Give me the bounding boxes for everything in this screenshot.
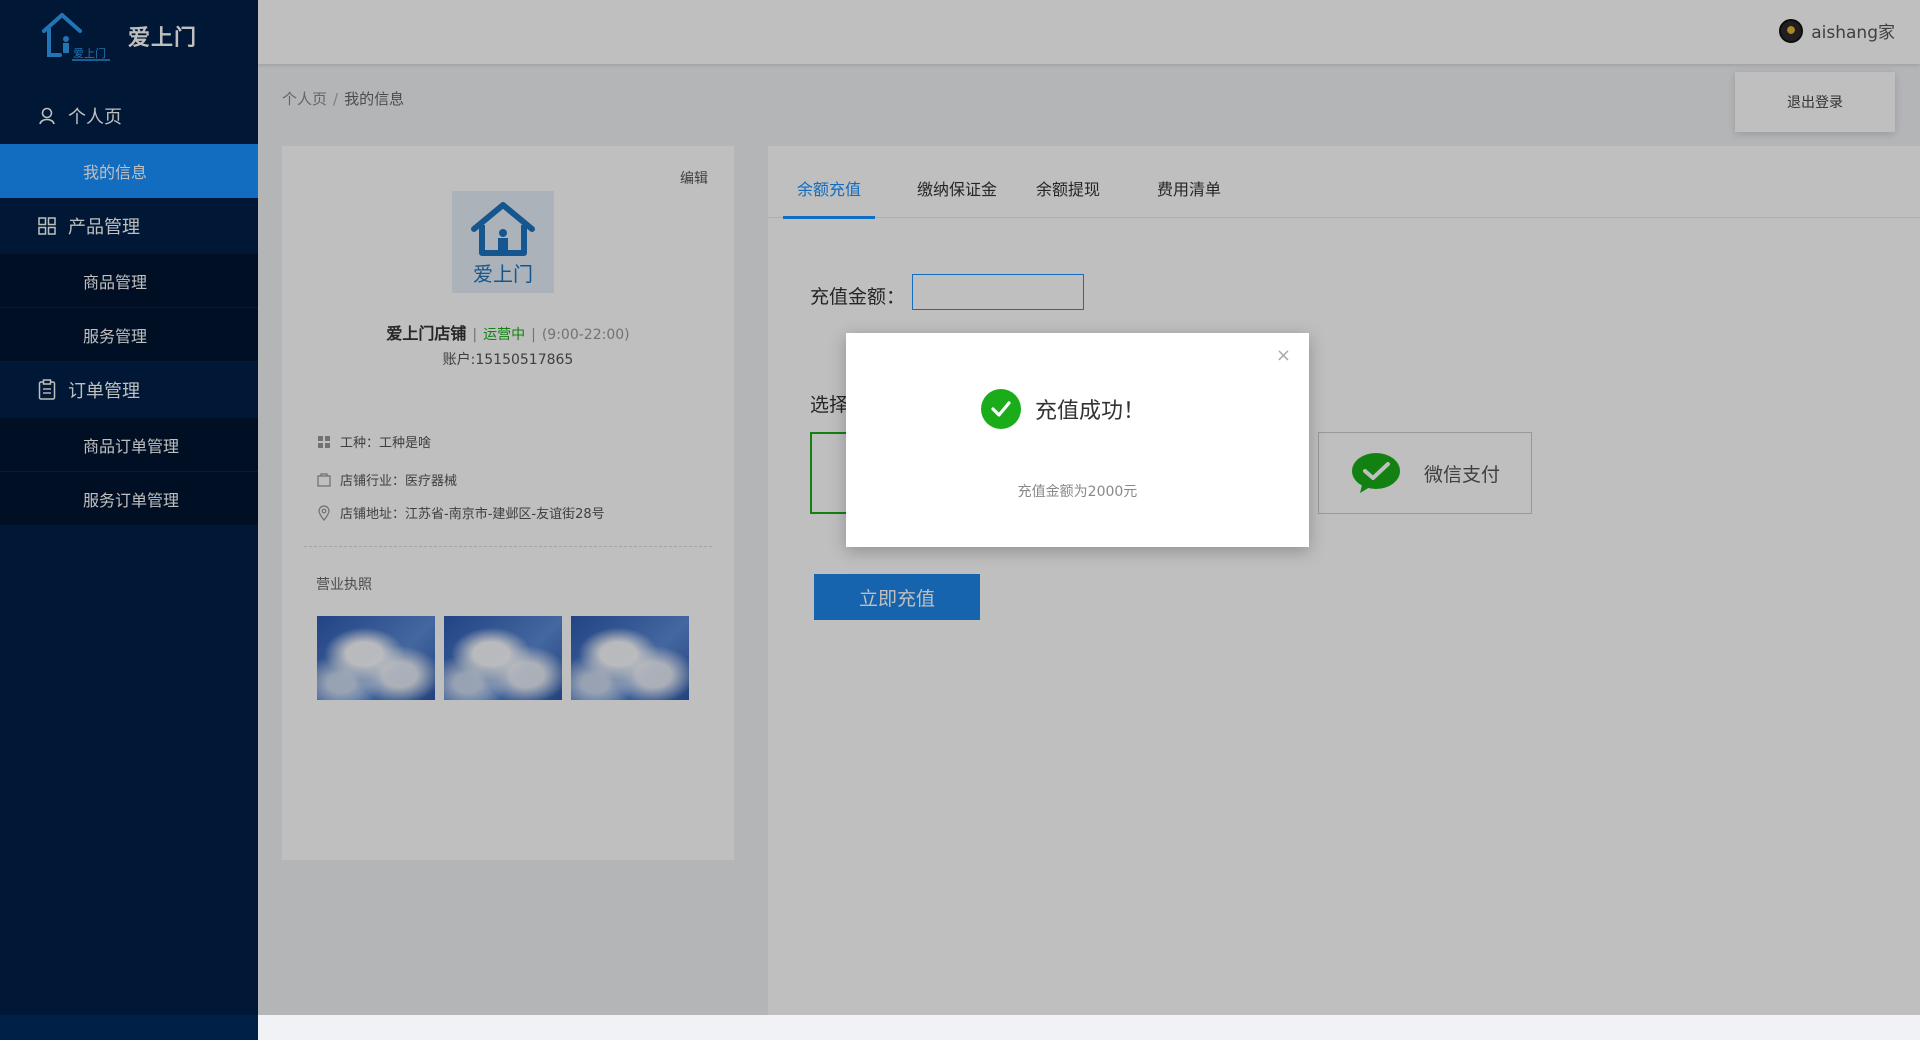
modal-title: 充值成功！ bbox=[1035, 399, 1146, 424]
success-modal: × 充值成功！ 充值金额为2000元 bbox=[846, 333, 1309, 547]
close-icon[interactable]: × bbox=[1276, 345, 1291, 366]
modal-header: 充值成功！ bbox=[981, 389, 1145, 429]
modal-message: 充值金额为2000元 bbox=[1017, 484, 1138, 500]
check-circle-icon bbox=[981, 389, 1021, 429]
